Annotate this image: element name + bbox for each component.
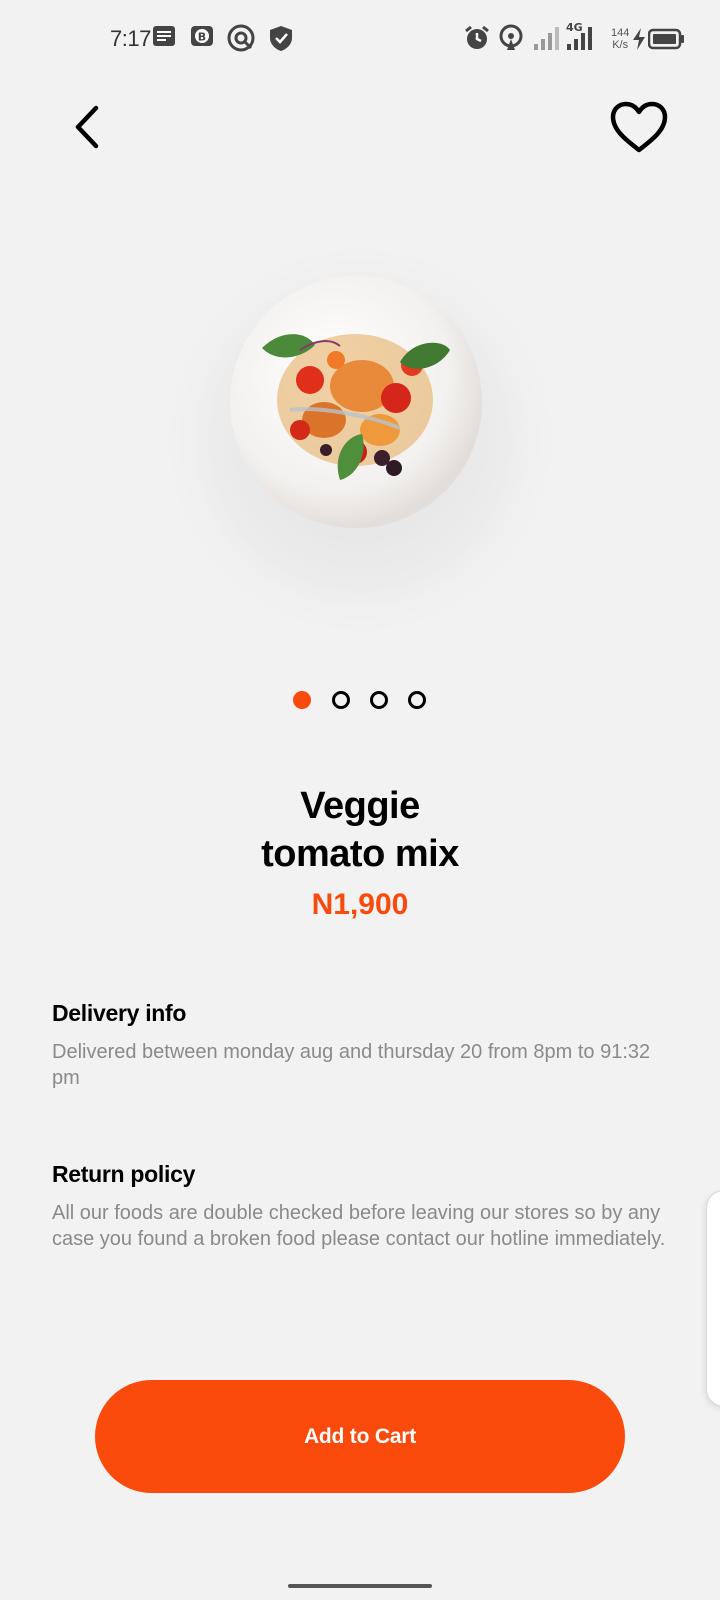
network-type-label: 4G [566, 21, 583, 34]
signal-icon [533, 24, 559, 57]
side-panel-handle[interactable] [706, 1190, 720, 1407]
hotspot-icon [498, 24, 524, 57]
product-title: Veggie tomato mix [0, 782, 720, 878]
home-indicator[interactable] [288, 1584, 432, 1588]
carousel-dot-2[interactable] [332, 691, 350, 709]
delivery-info-heading: Delivery info [52, 1000, 187, 1026]
back-button[interactable] [66, 100, 110, 156]
delivery-info-body: Delivered between monday aug and thursda… [52, 1041, 651, 1089]
product-title-line1: Veggie [300, 785, 420, 827]
carousel-dot-3[interactable] [370, 691, 388, 709]
vpn-icon [227, 24, 255, 57]
alarm-icon [463, 24, 491, 57]
b-app-icon: B [190, 24, 214, 53]
notes-icon [152, 24, 176, 53]
network-speed-value: 144 [611, 27, 630, 39]
return-policy-heading: Return policy [52, 1161, 196, 1187]
signal-4g-icon: 4G [565, 20, 597, 59]
food-plate-illustration [150, 230, 570, 650]
carousel-dots [0, 690, 720, 710]
network-speed-unit: K/s [612, 39, 629, 51]
add-to-cart-button[interactable]: Add to Cart [95, 1380, 625, 1493]
product-price: N1,900 [311, 888, 409, 921]
food-image[interactable] [150, 230, 570, 650]
shield-icon [268, 24, 294, 57]
heart-outline-icon [610, 101, 668, 153]
status-bar: 7:17 B 4G 144 K/s [0, 0, 720, 80]
favorite-button[interactable] [608, 100, 670, 156]
return-policy-body: All our foods are double checked before … [52, 1202, 666, 1250]
svg-text:B: B [198, 31, 206, 44]
chevron-left-icon [75, 105, 99, 149]
status-time: 7:17 [110, 26, 151, 51]
product-title-line2: tomato mix [261, 833, 459, 875]
charging-icon [631, 27, 647, 56]
battery-icon [647, 28, 684, 55]
network-speed: 144 K/s [611, 27, 629, 51]
carousel-dot-1[interactable] [293, 691, 311, 709]
carousel-dot-4[interactable] [408, 691, 426, 709]
